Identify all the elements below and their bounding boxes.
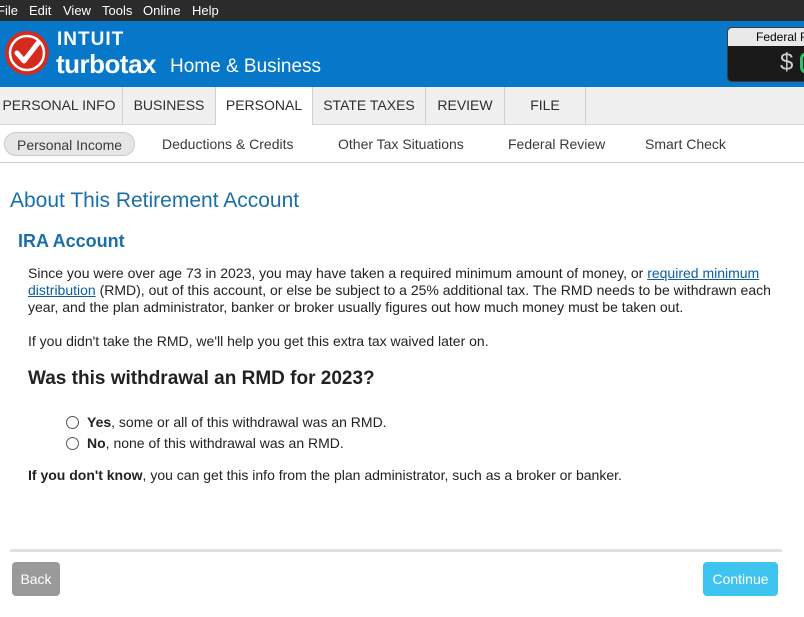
back-button[interactable]: Back — [12, 562, 60, 596]
turbotax-check-logo-icon — [5, 31, 49, 75]
edition-label: Home & Business — [170, 56, 322, 77]
main-tabs: PERSONAL INFO BUSINESS PERSONAL STATE TA… — [0, 87, 804, 126]
option-yes[interactable]: Yes, some or all of this withdrawal was … — [66, 414, 387, 431]
intro-paragraph: Since you were over age 73 in 2023, you … — [28, 265, 778, 316]
sub-tabs: Personal Income Deductions & Credits Oth… — [0, 125, 804, 163]
menu-online[interactable]: Online — [143, 3, 181, 18]
turbotax-wordmark: turbotax — [56, 49, 157, 79]
federal-refund-meter[interactable]: Federal R $ — [727, 27, 804, 82]
rmd-question: Was this withdrawal an RMD for 2023? — [28, 368, 375, 389]
subtab-other-tax-situations[interactable]: Other Tax Situations — [338, 132, 464, 156]
refund-label: Federal R — [728, 28, 804, 46]
radio-no[interactable] — [66, 437, 79, 450]
tab-personal[interactable]: PERSONAL — [215, 87, 313, 126]
tab-state-taxes[interactable]: STATE TAXES — [313, 87, 426, 125]
refund-dollar-sign: $ — [780, 49, 794, 76]
app-header: INTUIT turbotax Home & Business Federal … — [0, 21, 804, 87]
menu-view[interactable]: View — [63, 3, 91, 18]
intro-text-start: Since you were over age 73 in 2023, you … — [28, 265, 648, 281]
intuit-wordmark: INTUIT — [57, 29, 125, 50]
dont-know-bold: If you don't know — [28, 467, 143, 483]
continue-button[interactable]: Continue — [703, 562, 778, 596]
menu-bar: File Edit View Tools Online Help — [0, 0, 804, 21]
waive-text: If you didn't take the RMD, we'll help y… — [28, 333, 489, 349]
menu-edit[interactable]: Edit — [29, 3, 51, 18]
radio-yes[interactable] — [66, 416, 79, 429]
option-yes-bold: Yes — [87, 414, 112, 430]
menu-help[interactable]: Help — [192, 3, 219, 18]
option-yes-text: , some or all of this withdrawal was an … — [111, 414, 387, 430]
tab-file[interactable]: FILE — [505, 87, 586, 125]
option-no-bold: No — [87, 435, 106, 451]
menu-file[interactable]: File — [0, 3, 18, 18]
menu-tools[interactable]: Tools — [102, 3, 132, 18]
footer-divider — [10, 549, 782, 552]
tab-personal-info[interactable]: PERSONAL INFO — [0, 87, 123, 125]
refund-amount-digit — [800, 52, 804, 74]
tab-review[interactable]: REVIEW — [426, 87, 505, 125]
section-title: IRA Account — [18, 231, 125, 251]
option-no-text: , none of this withdrawal was an RMD. — [105, 435, 344, 451]
dont-know-text: , you can get this info from the plan ad… — [142, 467, 622, 483]
subtab-personal-income[interactable]: Personal Income — [4, 132, 136, 156]
page-title: About This Retirement Account — [10, 189, 300, 212]
subtab-smart-check[interactable]: Smart Check — [645, 132, 726, 156]
subtab-deductions-credits[interactable]: Deductions & Credits — [162, 132, 294, 156]
dont-know-note: If you don't know, you can get this info… — [28, 467, 622, 484]
option-no[interactable]: No, none of this withdrawal was an RMD. — [66, 435, 344, 452]
intro-text-end: (RMD), out of this account, or else be s… — [28, 282, 771, 315]
tab-business[interactable]: BUSINESS — [123, 87, 216, 125]
subtab-federal-review[interactable]: Federal Review — [508, 132, 605, 156]
